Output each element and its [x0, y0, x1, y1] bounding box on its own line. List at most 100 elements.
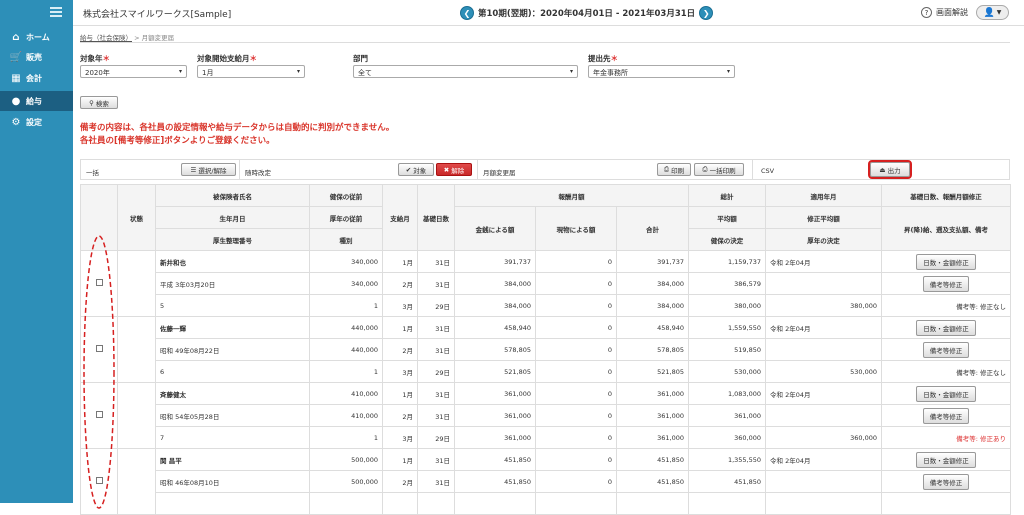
- pay-month: 1月: [382, 316, 418, 339]
- sum-amount: 521,805: [615, 360, 690, 383]
- cash-amount: 578,805: [454, 338, 536, 361]
- period-selector: ❮ 第10期(翌期)：2020年04月01日 - 2021年03月31日 ❯: [460, 5, 714, 21]
- sidebar-item-3[interactable]: ● 給与: [0, 91, 73, 111]
- notes-fix-button[interactable]: 備考等修正: [922, 473, 970, 490]
- sidebar-item-4[interactable]: ⚙ 設定: [0, 112, 73, 132]
- prev-value: 410,000: [309, 404, 383, 427]
- average-value: 451,850: [688, 470, 767, 493]
- employee-no: 7: [155, 426, 310, 449]
- next-period-icon[interactable]: ❯: [699, 6, 714, 20]
- caret-down-icon: ▾: [726, 68, 730, 75]
- empty-cell: [417, 492, 455, 515]
- base-days: 29日: [417, 360, 455, 383]
- pension-decision: 360,000: [765, 426, 883, 449]
- pay-month: 1月: [382, 382, 418, 405]
- user-icon: 👤: [983, 7, 995, 18]
- user-menu-button[interactable]: 👤 ▼: [976, 5, 1009, 20]
- name-header: 被保険者氏名: [155, 184, 310, 207]
- days-amount-fix-button[interactable]: 日数・金額修正: [916, 451, 976, 468]
- goods-amount: 0: [535, 316, 617, 339]
- prev-value: 440,000: [309, 338, 383, 361]
- notes-fix-button[interactable]: 備考等修正: [922, 341, 970, 358]
- sum-amount: 361,000: [615, 426, 690, 449]
- notes-status: 備考等: 修正あり: [881, 426, 1012, 449]
- sidebar-item-2[interactable]: ▦ 会計: [0, 68, 73, 88]
- days-amount-fix-button[interactable]: 日数・金額修正: [916, 385, 976, 402]
- help-link[interactable]: ? 画面解説: [921, 7, 968, 18]
- bulk-print-button[interactable]: ⎙ 一括印刷: [694, 163, 744, 176]
- output-button[interactable]: ⏏ 出力: [868, 160, 912, 179]
- cash-amount: 521,805: [454, 360, 536, 383]
- prev-value: 500,000: [309, 470, 383, 493]
- sidebar-item-0[interactable]: ⌂ ホーム: [0, 27, 73, 47]
- cash-amount: 361,000: [454, 426, 536, 449]
- employee-no: [155, 492, 310, 515]
- pay-month: 1月: [382, 250, 418, 273]
- status-cell: [117, 250, 156, 317]
- sidebar-item-label: ホーム: [26, 32, 50, 42]
- divider: [80, 42, 1010, 43]
- help-label: 画面解説: [936, 8, 968, 17]
- print-button[interactable]: ⎙ 印刷: [657, 163, 691, 176]
- start-month-select[interactable]: 1月 ▾: [197, 65, 305, 78]
- goods-amount: 0: [535, 338, 617, 361]
- status-cell: [117, 316, 156, 383]
- goods-header: 現物による額: [535, 206, 617, 251]
- employee-birth: 昭和 54年05月28日: [155, 404, 310, 427]
- revised-average: [765, 404, 883, 427]
- submit-to-select[interactable]: 年金事務所 ▾: [588, 65, 735, 78]
- caret-down-icon: ▾: [569, 68, 573, 75]
- monthly-label: 月額変更届: [483, 169, 516, 177]
- average-value: 361,000: [688, 404, 767, 427]
- prev-value: 440,000: [309, 316, 383, 339]
- year-select[interactable]: 2020年 ▾: [80, 65, 187, 78]
- select-toggle-button[interactable]: ☰ 選択/解除: [181, 163, 236, 176]
- cart-icon: 🛒: [9, 51, 23, 63]
- checkbox-highlight-annotation: [83, 235, 115, 509]
- notes-fix-cell: 備考等修正: [881, 404, 1012, 427]
- target-button[interactable]: ✔ 対象: [398, 163, 434, 176]
- prev-period-icon[interactable]: ❮: [460, 6, 474, 20]
- caret-down-icon: ▾: [178, 68, 182, 75]
- pay-month: 1月: [382, 448, 418, 471]
- average-header: 平均額: [688, 206, 767, 229]
- empty-cell: [454, 492, 536, 515]
- birth-header: 生年月日: [155, 206, 310, 229]
- total-value: 1,559,550: [688, 316, 767, 339]
- notes-fix-button[interactable]: 備考等修正: [922, 407, 970, 424]
- applied-month: 令和 2年04月: [765, 448, 883, 471]
- average-value: 519,850: [688, 338, 767, 361]
- action-toolbar: 一括 ☰ 選択/解除 随時改定 ✔ 対象 ✖ 解除 月額変更届 ⎙ 印刷 ⎙ 一…: [80, 159, 1010, 180]
- prev-value: 500,000: [309, 448, 383, 471]
- employee-name: 斉藤健太: [155, 382, 310, 405]
- sum-amount: 578,805: [615, 338, 690, 361]
- employee-no: 6: [155, 360, 310, 383]
- days-amount-fix-button[interactable]: 日数・金額修正: [916, 319, 976, 336]
- question-icon: ?: [921, 7, 932, 18]
- release-button[interactable]: ✖ 解除: [436, 163, 472, 176]
- health-value: 530,000: [688, 360, 767, 383]
- bulk-label: 一括: [86, 169, 99, 177]
- table-row: 佐藤一輝 440,000 1月 31日 458,940 0 458,940 1,559,550…: [80, 316, 1012, 383]
- cash-amount: 361,000: [454, 404, 536, 427]
- cash-amount: 451,850: [454, 448, 536, 471]
- table-row: 平成 3年03月20日 340,000 2月 31日 384,000 0 384,000 38…: [81, 272, 1012, 295]
- pay-month: 3月: [382, 360, 418, 383]
- close-icon: ✖: [443, 165, 450, 174]
- department-select[interactable]: 全て ▾: [353, 65, 578, 78]
- year-label: 対象年＊: [80, 54, 110, 63]
- sidebar-item-1[interactable]: 🛒 販売: [0, 47, 73, 67]
- applied-month-header: 適用年月: [765, 184, 883, 207]
- start-month-label: 対象開始支給月＊: [197, 54, 257, 63]
- table-row: 斉藤健太 410,000 1月 31日 361,000 0 361,000 1,083,000…: [80, 382, 1012, 449]
- cash-amount: 451,850: [454, 470, 536, 493]
- menu-icon[interactable]: [50, 7, 62, 17]
- goods-amount: 0: [535, 294, 617, 317]
- monthly-change-table: 状態 被保険者氏名 健保の従前 支給月 基礎日数 報酬月額 総計 適用年月 基礎…: [80, 184, 1012, 515]
- days-amount-fix-button[interactable]: 日数・金額修正: [916, 253, 976, 270]
- days-fix-cell: 日数・金額修正: [881, 316, 1012, 339]
- notes-fix-button[interactable]: 備考等修正: [922, 275, 970, 292]
- breadcrumb-parent[interactable]: 給与（社会保険）: [80, 34, 132, 42]
- divider: [477, 160, 478, 179]
- search-button[interactable]: ⚲ 検索: [80, 96, 118, 109]
